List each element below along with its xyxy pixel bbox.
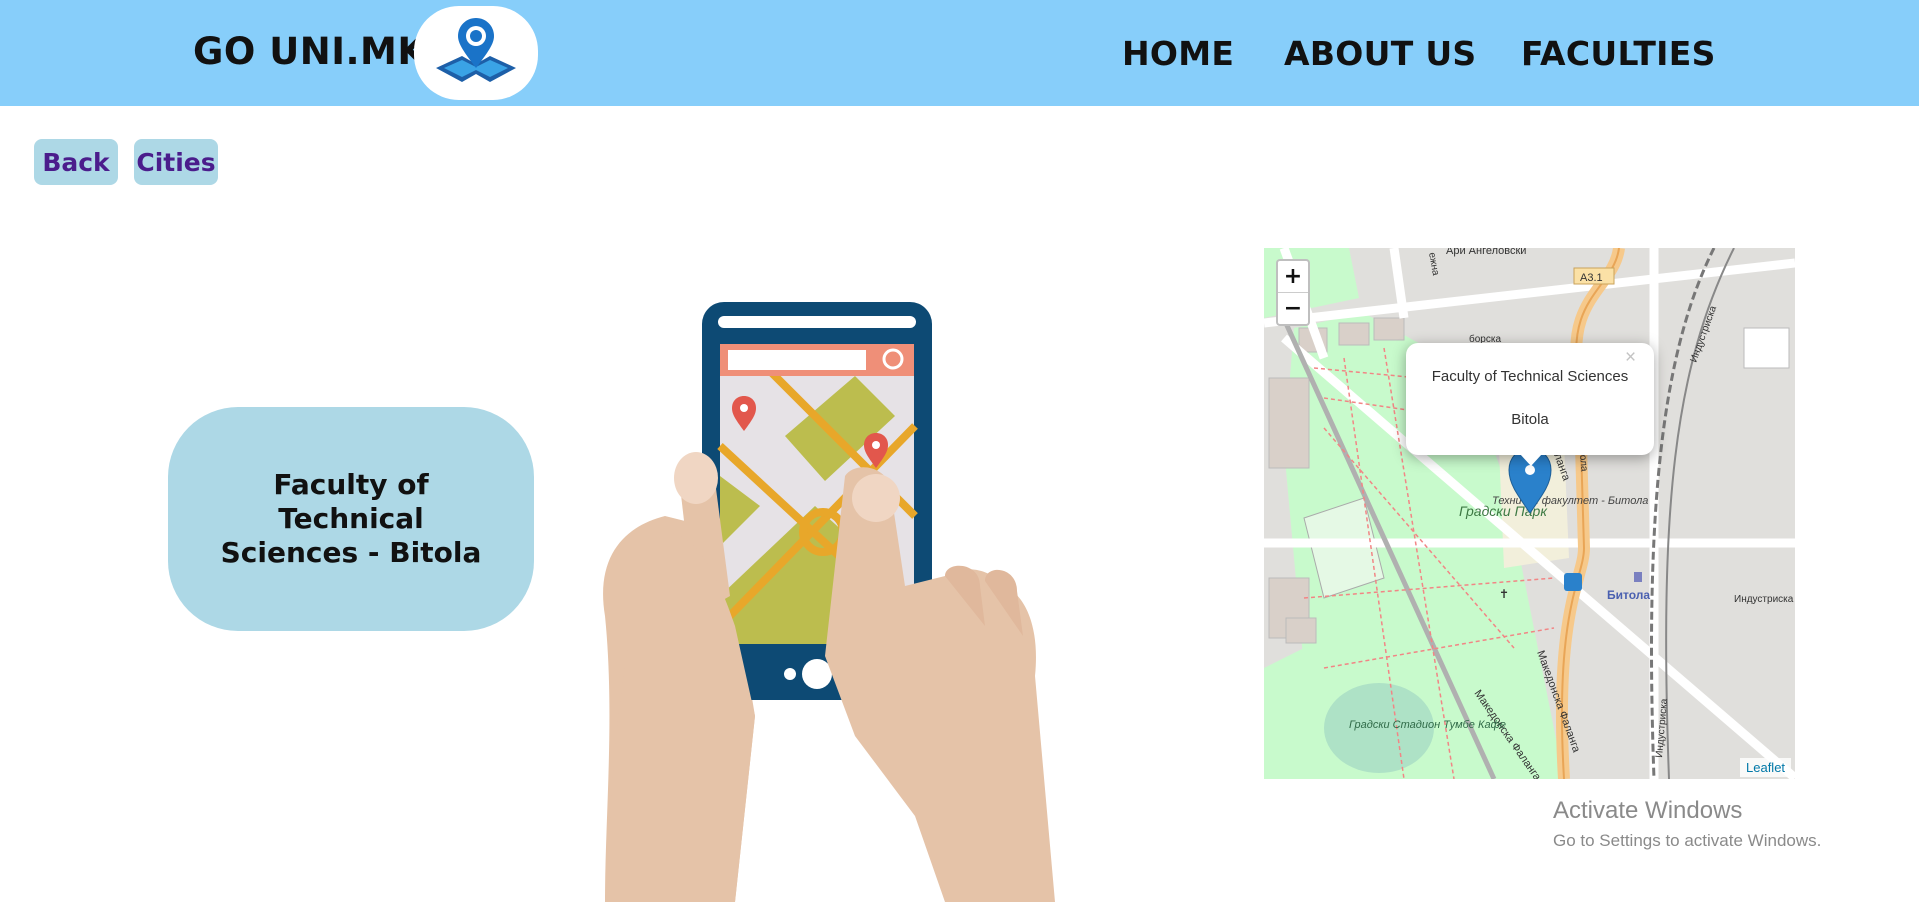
map-pin-logo-icon xyxy=(436,18,516,82)
label-faculty-local: Технички факултет - Битола xyxy=(1492,495,1648,507)
nav-home[interactable]: HOME xyxy=(1122,34,1234,73)
label-bitola: Битола xyxy=(1607,588,1650,602)
label-industriska-h: Индустриска xyxy=(1734,594,1794,605)
logo-badge[interactable] xyxy=(414,6,538,100)
faculty-title-card: Faculty of Technical Sciences - Bitola xyxy=(168,407,534,631)
activate-windows-watermark: Activate Windows Go to Settings to activ… xyxy=(1553,797,1821,851)
map-tiles[interactable]: Ари Ангеловски А3.1 борска Индустриска И… xyxy=(1264,248,1795,779)
label-ari: Ари Ангеловски xyxy=(1446,248,1526,257)
watermark-subtitle: Go to Settings to activate Windows. xyxy=(1553,831,1822,850)
map-zoom-control: + − xyxy=(1276,259,1310,326)
popup-close-icon[interactable]: × xyxy=(1625,347,1636,369)
popup-tip xyxy=(1520,454,1542,466)
svg-text:✝: ✝ xyxy=(1499,587,1509,601)
location-map[interactable]: Ари Ангеловски А3.1 борска Индустриска И… xyxy=(1264,248,1795,779)
label-stadium: Градски Стадион Тумбе Кафе xyxy=(1349,719,1506,731)
top-navbar: GO UNI.MK HOME ABOUT US FACULTIES xyxy=(0,0,1919,106)
nav-about-us[interactable]: ABOUT US xyxy=(1284,34,1477,73)
popup-line-2: Bitola xyxy=(1511,411,1549,428)
map-attribution-link[interactable]: Leaflet xyxy=(1740,758,1792,777)
popup-line-1: Faculty of Technical Sciences xyxy=(1431,368,1629,385)
faculty-title: Faculty of Technical Sciences - Bitola xyxy=(220,468,482,569)
back-button[interactable]: Back xyxy=(34,139,118,185)
zoom-out-button[interactable]: − xyxy=(1278,293,1308,324)
label-a31: А3.1 xyxy=(1580,272,1603,284)
cities-button[interactable]: Cities xyxy=(134,139,218,185)
label-ola: ола xyxy=(1577,454,1589,472)
phone-map-illustration xyxy=(603,302,1055,902)
brand-name[interactable]: GO UNI.MK xyxy=(193,30,427,73)
nav-faculties[interactable]: FACULTIES xyxy=(1521,34,1716,73)
map-popup: Faculty of Technical Sciences Bitola xyxy=(1406,343,1654,455)
watermark-title: Activate Windows xyxy=(1553,797,1743,824)
zoom-in-button[interactable]: + xyxy=(1278,261,1308,293)
